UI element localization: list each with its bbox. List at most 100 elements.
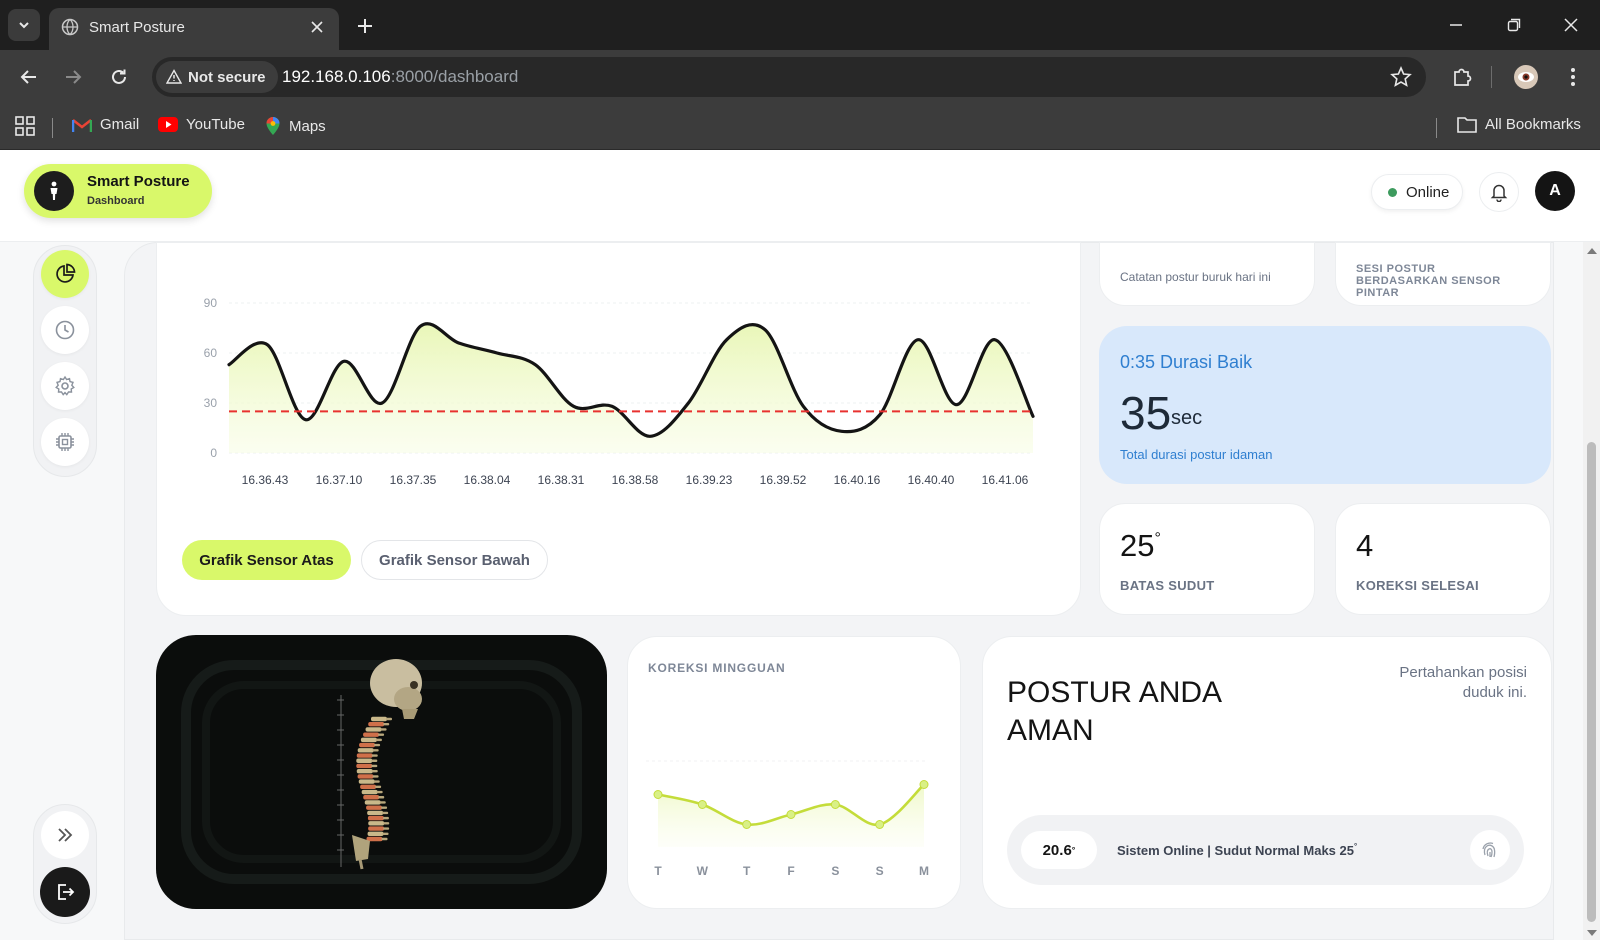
vertebra: [356, 768, 373, 774]
x-tick-label: 16.38.04: [464, 473, 511, 487]
posture-title: POSTUR ANDA AMAN: [1007, 676, 1221, 747]
back-button[interactable]: [15, 63, 43, 91]
vertebra-process: [381, 806, 388, 809]
folder-icon: [1457, 117, 1477, 133]
person-icon: [50, 181, 58, 200]
apps-grid-icon: [15, 116, 35, 136]
restore-button[interactable]: [1501, 12, 1527, 38]
nav-device[interactable]: [41, 418, 89, 466]
fingerprint-button[interactable]: [1470, 830, 1510, 870]
browser-menu-button[interactable]: [1559, 63, 1587, 91]
scroll-up-arrow[interactable]: [1587, 248, 1597, 254]
expand-sidebar-button[interactable]: [41, 811, 89, 859]
chart-pie-icon: [56, 263, 76, 283]
logout-button[interactable]: [40, 867, 90, 917]
corrections-card: 4 KOREKSI SELESAI: [1335, 503, 1551, 615]
vertebra-process: [378, 796, 385, 799]
spine-3d-viewer[interactable]: [156, 635, 607, 909]
vertebra: [371, 716, 387, 722]
notifications-button[interactable]: [1479, 172, 1519, 212]
weekly-x-label: F: [787, 864, 794, 878]
weekly-x-label: S: [831, 864, 839, 878]
corrections-value: 4: [1356, 528, 1374, 563]
bookmark-maps[interactable]: Maps: [265, 116, 326, 136]
good-duration-unit: sec: [1171, 407, 1203, 429]
bookmarks-divider: [1436, 118, 1437, 138]
vertebra: [357, 748, 374, 753]
vertebra: [361, 789, 378, 795]
bookmark-gmail[interactable]: Gmail: [72, 116, 139, 133]
weekly-point: [875, 820, 885, 829]
chart-y-ticks: 0 30 60 90: [204, 296, 218, 460]
scroll-thumb[interactable]: [1587, 442, 1596, 922]
brand-pill[interactable]: Smart Posture Dashboard: [24, 164, 212, 218]
browser-tab[interactable]: Smart Posture: [49, 8, 339, 50]
bell-icon: [1490, 184, 1508, 202]
tab-sensor-atas[interactable]: Grafik Sensor Atas: [182, 540, 351, 580]
angle-limit-value-wrap: 25°: [1120, 528, 1161, 564]
vertebra-process: [371, 764, 378, 768]
y-tick-label: 90: [204, 296, 218, 310]
toolbar-divider: [1491, 66, 1492, 88]
tab-search-button[interactable]: [8, 9, 40, 41]
x-tick-label: 16.41.06: [982, 473, 1029, 487]
page-scrollbar[interactable]: [1583, 242, 1600, 940]
close-icon: [1564, 18, 1578, 32]
nav-dashboard[interactable]: [41, 250, 89, 298]
fingerprint-icon: [1482, 842, 1496, 858]
tab-sensor-bawah[interactable]: Grafik Sensor Bawah: [361, 540, 548, 580]
extensions-button[interactable]: [1448, 63, 1476, 91]
new-tab-button[interactable]: [352, 13, 378, 39]
address-bar[interactable]: Not secure 192.168.0.106:8000/dashboard: [152, 57, 1426, 97]
profile-button[interactable]: [1512, 63, 1540, 91]
bookmark-youtube[interactable]: YouTube: [158, 116, 245, 133]
degree-symbol: °: [1353, 842, 1358, 851]
vertebra: [358, 779, 375, 784]
url-path: :8000/dashboard: [390, 67, 519, 86]
vertebra: [368, 821, 385, 826]
x-tick-label: 16.37.10: [316, 473, 363, 487]
logout-icon: [58, 884, 75, 900]
x-tick-label: 16.40.40: [908, 473, 955, 487]
forward-button[interactable]: [59, 63, 87, 91]
vertebra: [366, 836, 383, 842]
weekly-line-chart: TWTFSSM: [646, 760, 929, 878]
avatar[interactable]: A: [1535, 171, 1575, 211]
x-tick-label: 16.39.52: [760, 473, 807, 487]
tab-close-icon[interactable]: [307, 17, 327, 37]
minimize-button[interactable]: [1443, 12, 1469, 38]
nav-settings[interactable]: [41, 362, 89, 410]
x-tick-label: 16.36.43: [242, 473, 289, 487]
all-bookmarks-label: All Bookmarks: [1485, 116, 1581, 133]
browser-toolbar: Not secure 192.168.0.106:8000/dashboard: [0, 50, 1600, 104]
vertebra: [368, 826, 385, 831]
weekly-point: [653, 790, 663, 799]
star-icon[interactable]: [1390, 66, 1412, 88]
session-card: SESI POSTUR BERDASARKAN SENSOR PINTAR: [1335, 242, 1551, 306]
weekly-point: [919, 780, 929, 789]
x-tick-label: 16.40.16: [834, 473, 881, 487]
system-status-label: Sistem Online | Sudut Normal Maks 25: [1117, 843, 1354, 858]
vertebra: [366, 805, 383, 810]
vertebra: [357, 774, 374, 779]
brand-icon: [34, 171, 74, 211]
vertebra: [363, 732, 380, 737]
reload-button[interactable]: [105, 63, 133, 91]
x-tick-label: 16.38.58: [612, 473, 659, 487]
weekly-x-label: S: [876, 864, 884, 878]
x-tick-label: 16.38.31: [538, 473, 585, 487]
apps-button[interactable]: [15, 116, 35, 136]
weekly-point: [830, 800, 840, 809]
scroll-down-arrow[interactable]: [1587, 930, 1597, 936]
vertebra-process: [382, 832, 389, 835]
close-window-button[interactable]: [1558, 12, 1584, 38]
weekly-point: [786, 810, 796, 819]
arrow-left-icon: [20, 70, 36, 84]
app-header: Smart Posture Dashboard Online A: [0, 150, 1600, 242]
security-chip[interactable]: Not secure: [156, 61, 278, 93]
all-bookmarks-button[interactable]: All Bookmarks: [1457, 116, 1581, 133]
vertebra-process: [376, 790, 383, 794]
nav-history[interactable]: [41, 306, 89, 354]
kebab-menu-icon: [1571, 68, 1575, 86]
y-tick-label: 60: [204, 346, 218, 360]
